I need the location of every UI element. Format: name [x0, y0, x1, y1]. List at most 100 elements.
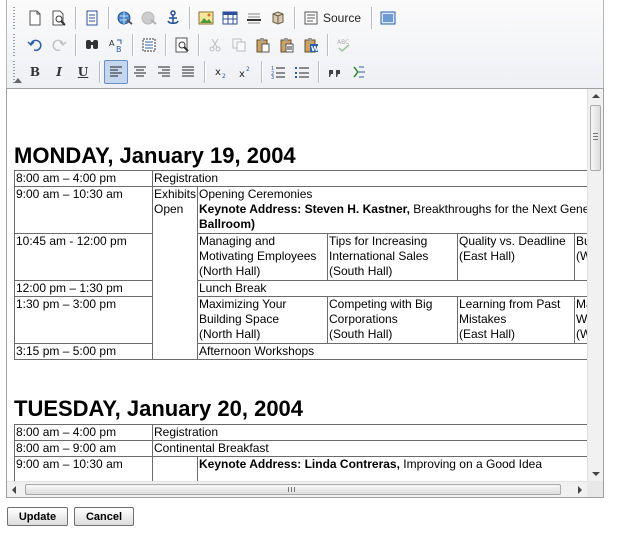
session-cell: Maximizing Your Building Space (North Hall…	[197, 296, 328, 344]
spellcheck-icon[interactable]: ABC	[332, 33, 356, 57]
cut-icon[interactable]	[203, 33, 227, 57]
toolbar-separator	[294, 7, 295, 29]
source-button[interactable]: Source	[299, 6, 367, 30]
create-div-icon[interactable]	[347, 60, 371, 84]
align-right-icon[interactable]	[152, 60, 176, 84]
cancel-button[interactable]: Cancel	[74, 507, 134, 526]
scroll-down-icon[interactable]	[592, 472, 600, 476]
image-icon[interactable]	[194, 6, 218, 30]
underline-button[interactable]: U	[71, 60, 95, 84]
time-cell: 9:00 am – 10:30 am	[14, 186, 153, 234]
bulleted-list-icon[interactable]	[290, 60, 314, 84]
grip-lines-icon	[288, 487, 296, 492]
zoom-page-icon[interactable]	[170, 33, 194, 57]
event-cell: Registration	[151, 170, 588, 187]
bold-button[interactable]: B	[23, 60, 47, 84]
keynote-line: Keynote Address: Steven H. Kastner, Brea…	[199, 202, 588, 217]
paste-word-icon[interactable]: W	[299, 33, 323, 57]
session-line: Building Space	[199, 312, 280, 326]
redo-icon[interactable]	[47, 33, 71, 57]
session-line: Maximizing Your	[199, 297, 287, 312]
select-all-icon[interactable]	[137, 33, 161, 57]
table-row: 9:00 am – 10:30 am Exhibits Open Opening…	[14, 186, 588, 360]
session-cell: Quality vs. Deadline (East Hall)	[457, 233, 575, 281]
time-cell: 8:00 am – 4:00 pm	[14, 424, 153, 441]
link-icon[interactable]	[113, 6, 137, 30]
toolbar-row-2: AB W ABC	[13, 32, 356, 58]
toolbar-row-1: Source	[13, 5, 400, 31]
replace-icon[interactable]: AB	[104, 33, 128, 57]
align-center-icon[interactable]	[128, 60, 152, 84]
blockquote-icon[interactable]	[323, 60, 347, 84]
scroll-left-icon[interactable]	[12, 486, 16, 494]
event-cell: Lunch Break	[196, 280, 588, 297]
align-justify-icon[interactable]	[176, 60, 200, 84]
editor-area[interactable]: MONDAY, January 19, 2004 8:00 am – 4:00 …	[6, 88, 604, 498]
session-cell: Managing and Motivating Employees (North H…	[197, 233, 328, 281]
empty-cell	[152, 456, 198, 481]
session-line: Competing with Big	[329, 297, 433, 312]
anchor-icon[interactable]	[161, 6, 185, 30]
paste-text-icon[interactable]	[275, 33, 299, 57]
session-line: Managing and	[199, 234, 276, 249]
collapse-toolbar-icon[interactable]	[14, 78, 22, 83]
paste-icon[interactable]	[251, 33, 275, 57]
grip-lines-icon	[593, 133, 598, 141]
toolbar-grip[interactable]	[13, 34, 18, 56]
table-row: 10:45 am - 12:00 pm Managing and Motivati…	[14, 233, 588, 281]
svg-text:x: x	[239, 69, 245, 80]
time-cell: 3:15 pm – 5:00 pm	[14, 343, 153, 360]
svg-text:W: W	[311, 45, 319, 53]
vertical-scroll-thumb[interactable]	[590, 105, 601, 171]
toolbar-separator	[371, 7, 373, 29]
scrollbar-corner	[587, 481, 603, 497]
exhibits-cell: Exhibits Open	[152, 186, 198, 360]
session-line: International Sales	[329, 249, 429, 263]
time-cell: 9:00 am – 10:30 am	[14, 456, 153, 481]
template-icon[interactable]	[80, 6, 104, 30]
new-page-icon[interactable]	[23, 6, 47, 30]
keynote-room: Ballroom)	[199, 217, 256, 231]
vertical-scrollbar[interactable]	[587, 89, 603, 481]
keynote-speaker: Keynote Address: Steven H. Kastner,	[199, 202, 410, 216]
align-left-icon[interactable]	[104, 60, 128, 84]
preview-icon[interactable]	[47, 6, 71, 30]
unlink-icon[interactable]	[137, 6, 161, 30]
italic-button[interactable]: I	[47, 60, 71, 84]
event-cell: Opening Ceremonies Keynote Address: Stev…	[196, 186, 588, 234]
event-cell: Keynote Address: Linda Contreras, Improv…	[197, 456, 588, 481]
event-cell: Registration	[152, 424, 588, 441]
update-button[interactable]: Update	[7, 507, 68, 526]
toolbar-grip[interactable]	[13, 7, 18, 29]
table-icon[interactable]	[218, 6, 242, 30]
session-line: Tips for Increasing	[329, 234, 428, 249]
table-row: 8:00 am – 4:00 pm Registration	[14, 170, 588, 187]
special-char-icon[interactable]	[266, 6, 290, 30]
show-blocks-icon[interactable]	[376, 6, 400, 30]
find-icon[interactable]	[80, 33, 104, 57]
scroll-right-icon[interactable]	[578, 486, 582, 494]
source-icon	[304, 11, 318, 25]
horizontal-rule-icon[interactable]	[242, 6, 266, 30]
monday-heading: MONDAY, January 19, 2004	[14, 143, 296, 168]
svg-text:x: x	[215, 67, 221, 78]
undo-icon[interactable]	[23, 33, 47, 57]
svg-text:A: A	[109, 39, 115, 48]
toolbar-separator	[75, 34, 76, 56]
toolbar-separator	[327, 34, 328, 56]
copy-icon[interactable]	[227, 33, 251, 57]
toolbar-separator	[108, 7, 109, 29]
time-cell: 8:00 am – 4:00 pm	[14, 170, 153, 187]
numbered-list-icon[interactable]: 123	[266, 60, 290, 84]
toolbar-separator	[204, 61, 205, 83]
source-label: Source	[323, 11, 362, 25]
editor-toolbar: Source AB W ABC B I U x 2 x 2 1 2 3	[6, 0, 604, 88]
editor-content[interactable]: MONDAY, January 19, 2004 8:00 am – 4:00 …	[14, 89, 588, 481]
horizontal-scroll-thumb[interactable]	[25, 484, 561, 495]
subscript-icon[interactable]: x2	[209, 60, 233, 84]
svg-text:ABC: ABC	[337, 39, 349, 46]
scroll-up-icon[interactable]	[592, 94, 600, 98]
horizontal-scrollbar[interactable]	[7, 481, 587, 497]
session-cell: Tips for Increasing International Sales (S…	[327, 233, 458, 281]
superscript-icon[interactable]: x2	[233, 60, 257, 84]
